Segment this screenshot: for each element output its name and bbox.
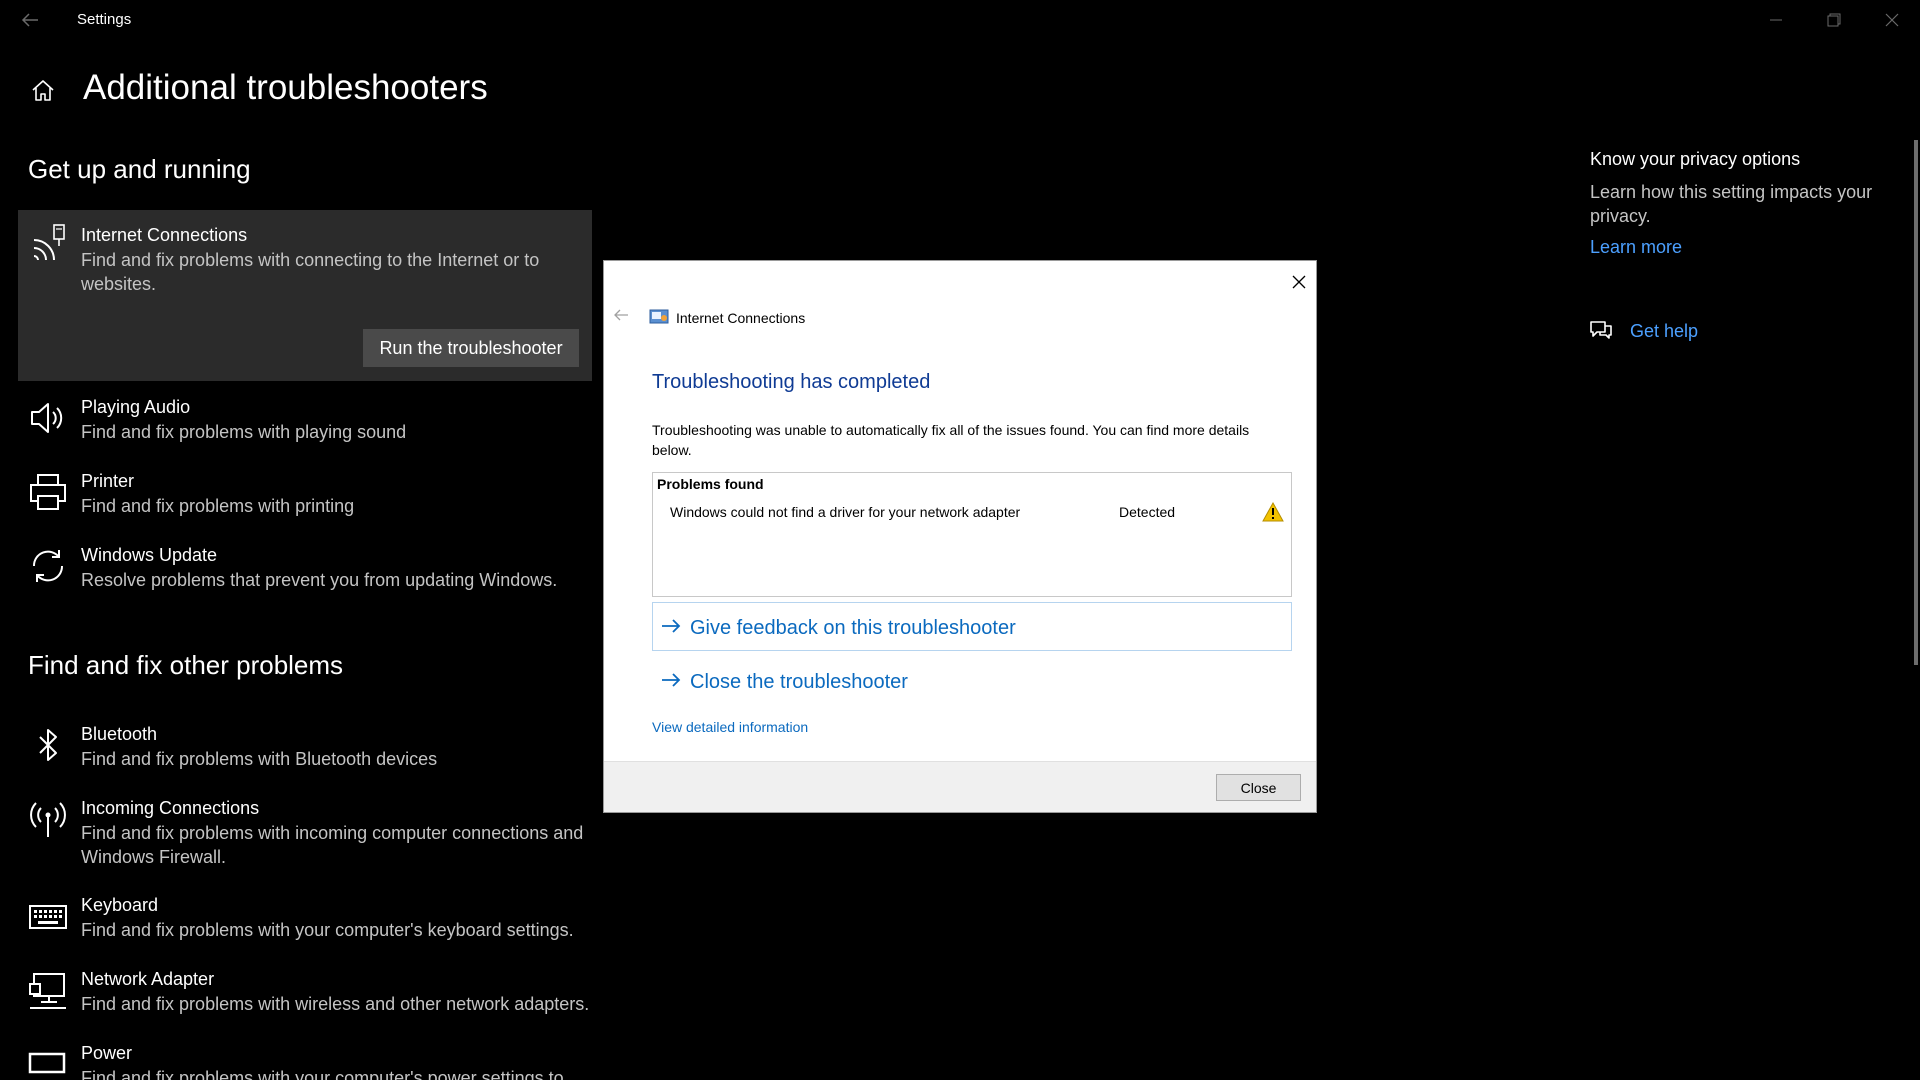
item-name: Keyboard: [81, 895, 159, 915]
close-troubleshooter-link[interactable]: Close the troubleshooter: [660, 671, 908, 694]
back-arrow-icon[interactable]: [612, 306, 630, 324]
home-icon[interactable]: [30, 78, 56, 104]
problems-list: Problems found Windows could not find a …: [652, 472, 1292, 597]
warning-icon: [1262, 502, 1284, 522]
printer-icon: [30, 474, 66, 510]
item-name: Incoming Connections: [81, 798, 260, 818]
item-name: Internet Connections: [81, 225, 248, 245]
arrow-right-icon: [662, 619, 681, 633]
section-title-get-up: Get up and running: [28, 154, 251, 184]
dialog-heading: Troubleshooting has completed: [652, 371, 931, 393]
back-arrow-icon[interactable]: [18, 8, 42, 32]
learn-more-link[interactable]: Learn more: [1590, 237, 1682, 258]
item-name: Network Adapter: [81, 969, 215, 989]
troubleshooter-internet-connections[interactable]: Internet Connections Find and fix proble…: [18, 210, 592, 381]
view-detailed-information-link[interactable]: View detailed information: [652, 719, 808, 735]
item-name: Power: [81, 1043, 133, 1063]
troubleshooter-incoming-connections[interactable]: Incoming Connections Find and fix proble…: [18, 795, 592, 879]
item-name: Bluetooth: [81, 724, 158, 744]
problem-status: Detected: [1119, 504, 1176, 520]
close-button[interactable]: Close: [1216, 774, 1301, 801]
troubleshooter-keyboard[interactable]: Keyboard Find and fix problems with your…: [18, 892, 592, 952]
item-description: Find and fix problems with Bluetooth dev…: [81, 749, 438, 769]
item-description: Find and fix problems with incoming comp…: [81, 823, 584, 867]
dialog-app-title: Internet Connections: [676, 310, 806, 326]
window-title: Settings: [77, 11, 132, 28]
page-title: Additional troubleshooters: [83, 68, 488, 107]
section-title-find-fix: Find and fix other problems: [28, 650, 344, 680]
get-help-link[interactable]: Get help: [1630, 321, 1698, 342]
restore-icon[interactable]: [1814, 6, 1854, 34]
problems-header: Problems found: [657, 476, 764, 492]
refresh-icon: [32, 550, 64, 582]
minimize-icon[interactable]: [1756, 6, 1796, 34]
battery-icon: [28, 1052, 66, 1074]
close-window-icon[interactable]: [1872, 6, 1912, 34]
item-name: Printer: [81, 471, 135, 491]
run-troubleshooter-button[interactable]: Run the troubleshooter: [363, 329, 579, 367]
speaker-icon: [31, 403, 63, 433]
troubleshooter-power[interactable]: Power Find and fix problems with your co…: [18, 1040, 592, 1080]
troubleshooter-printer[interactable]: Printer Find and fix problems with print…: [18, 468, 592, 528]
item-description: Find and fix problems with your computer…: [81, 1068, 564, 1080]
wifi-icon: [33, 224, 65, 261]
title-bar: Settings: [0, 0, 1920, 40]
troubleshooter-windows-update[interactable]: Windows Update Resolve problems that pre…: [18, 542, 592, 602]
dialog-footer: Close: [604, 761, 1316, 812]
keyboard-icon: [29, 905, 67, 929]
item-description: Find and fix problems with wireless and …: [81, 994, 590, 1014]
arrow-right-icon: [662, 673, 681, 687]
troubleshooter-dialog: Internet Connections Troubleshooting has…: [603, 260, 1317, 813]
troubleshooter-playing-audio[interactable]: Playing Audio Find and fix problems with…: [18, 394, 592, 454]
scrollbar[interactable]: [1914, 140, 1918, 665]
chat-help-icon[interactable]: [1588, 317, 1614, 343]
problem-name[interactable]: Windows could not find a driver for your…: [670, 504, 1020, 520]
item-description: Find and fix problems with your computer…: [81, 920, 574, 940]
troubleshooter-bluetooth[interactable]: Bluetooth Find and fix problems with Blu…: [18, 721, 592, 781]
privacy-title: Know your privacy options: [1590, 149, 1801, 169]
item-name: Playing Audio: [81, 397, 191, 417]
bluetooth-icon: [39, 729, 57, 761]
item-description: Find and fix problems with playing sound: [81, 422, 407, 442]
close-troubleshooter-label: Close the troubleshooter: [690, 671, 908, 693]
dialog-message: Troubleshooting was unable to automatica…: [652, 422, 1250, 458]
give-feedback-label: Give feedback on this troubleshooter: [690, 617, 1016, 639]
item-name: Windows Update: [81, 545, 218, 565]
troubleshooter-network-adapter[interactable]: Network Adapter Find and fix problems wi…: [18, 966, 592, 1026]
item-description: Find and fix problems with connecting to…: [81, 250, 540, 294]
privacy-description: Learn how this setting impacts your priv…: [1590, 182, 1873, 226]
close-icon[interactable]: [1288, 271, 1310, 293]
antenna-icon: [30, 802, 66, 837]
item-description: Resolve problems that prevent you from u…: [81, 570, 558, 590]
monitor-network-icon: [29, 973, 66, 1009]
item-description: Find and fix problems with printing: [81, 496, 355, 516]
network-app-icon: [649, 309, 669, 324]
give-feedback-link[interactable]: Give feedback on this troubleshooter: [660, 617, 1016, 640]
